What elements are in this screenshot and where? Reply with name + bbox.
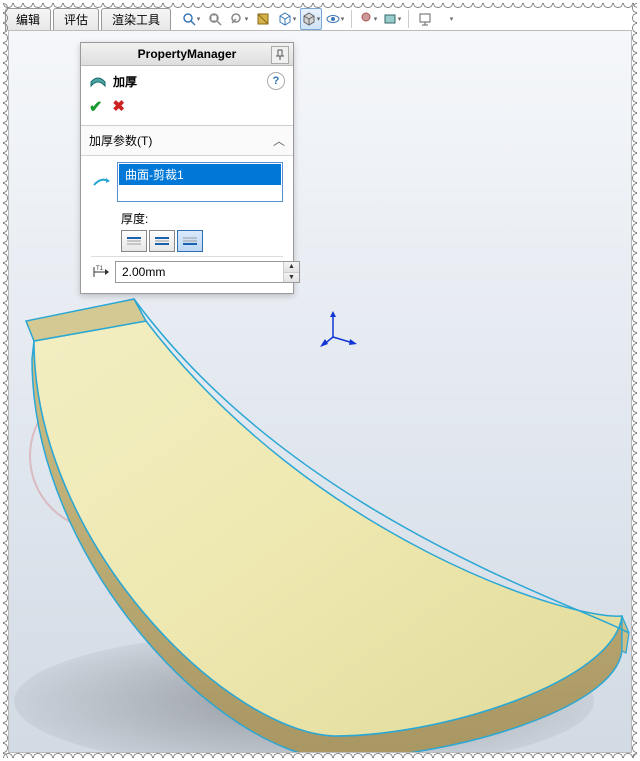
pin-button[interactable] — [271, 46, 289, 64]
thickness-decrease-button[interactable]: ▼ — [284, 273, 299, 283]
thicken-both-button[interactable] — [149, 230, 175, 252]
section-title: 加厚参数(T) — [89, 132, 152, 149]
hide-show-icon[interactable] — [324, 8, 346, 30]
help-button[interactable]: ? — [267, 72, 285, 90]
panel-title-bar: PropertyManager — [81, 43, 293, 66]
zoom-area-icon[interactable] — [204, 8, 226, 30]
panel-actions: ✔ ✖ — [81, 93, 293, 125]
panel-title: PropertyManager — [138, 47, 237, 61]
zoom-fit-icon[interactable] — [180, 8, 202, 30]
arrow-down-icon[interactable] — [440, 8, 462, 30]
thicken-feature-icon — [89, 72, 107, 91]
thickness-label: 厚度: — [121, 210, 283, 227]
selected-surface-item[interactable]: 曲面-剪裁1 — [119, 164, 281, 185]
svg-text:T1: T1 — [96, 266, 104, 272]
collapse-icon[interactable]: ︿ — [273, 132, 285, 149]
menu-edit[interactable]: 编辑 — [5, 8, 51, 31]
property-manager-panel: PropertyManager 加厚 ? ✔ ✖ 加厚参数(T) ︿ 曲面-剪裁… — [80, 42, 294, 294]
surface-selection-icon — [91, 175, 111, 189]
menu-evaluate[interactable]: 评估 — [53, 8, 99, 31]
menu-render-tools[interactable]: 渲染工具 — [101, 8, 171, 31]
thickness-field[interactable] — [116, 262, 283, 282]
surface-selection-list[interactable]: 曲面-剪裁1 — [117, 162, 283, 202]
apply-scene-icon[interactable] — [381, 8, 403, 30]
menu-bar: 编辑 评估 渲染工具 — [5, 8, 173, 31]
thickness-value-input[interactable]: ▲ ▼ — [115, 261, 300, 283]
display-style-icon[interactable] — [300, 8, 322, 30]
edit-appearance-icon[interactable] — [357, 8, 379, 30]
thickness-dimension-icon: T1 — [91, 265, 109, 279]
thicken-surface-model — [14, 281, 632, 753]
section-view-icon[interactable] — [252, 8, 274, 30]
thicken-params-header[interactable]: 加厚参数(T) ︿ — [81, 126, 293, 156]
previous-view-icon[interactable] — [228, 8, 250, 30]
view-toolbar — [180, 8, 462, 30]
cancel-button[interactable]: ✖ — [112, 97, 125, 117]
view-settings-icon[interactable] — [414, 8, 436, 30]
thickness-increase-button[interactable]: ▲ — [284, 262, 299, 273]
feature-name: 加厚 — [113, 73, 137, 90]
ok-button[interactable]: ✔ — [89, 97, 102, 117]
feature-header: 加厚 ? — [81, 66, 293, 93]
thicken-params-body: 曲面-剪裁1 厚度: T1 ▲ ▼ — [81, 162, 293, 293]
thickness-side-buttons — [121, 230, 283, 252]
thicken-side1-button[interactable] — [121, 230, 147, 252]
thicken-side2-button[interactable] — [177, 230, 203, 252]
view-orientation-icon[interactable] — [276, 8, 298, 30]
